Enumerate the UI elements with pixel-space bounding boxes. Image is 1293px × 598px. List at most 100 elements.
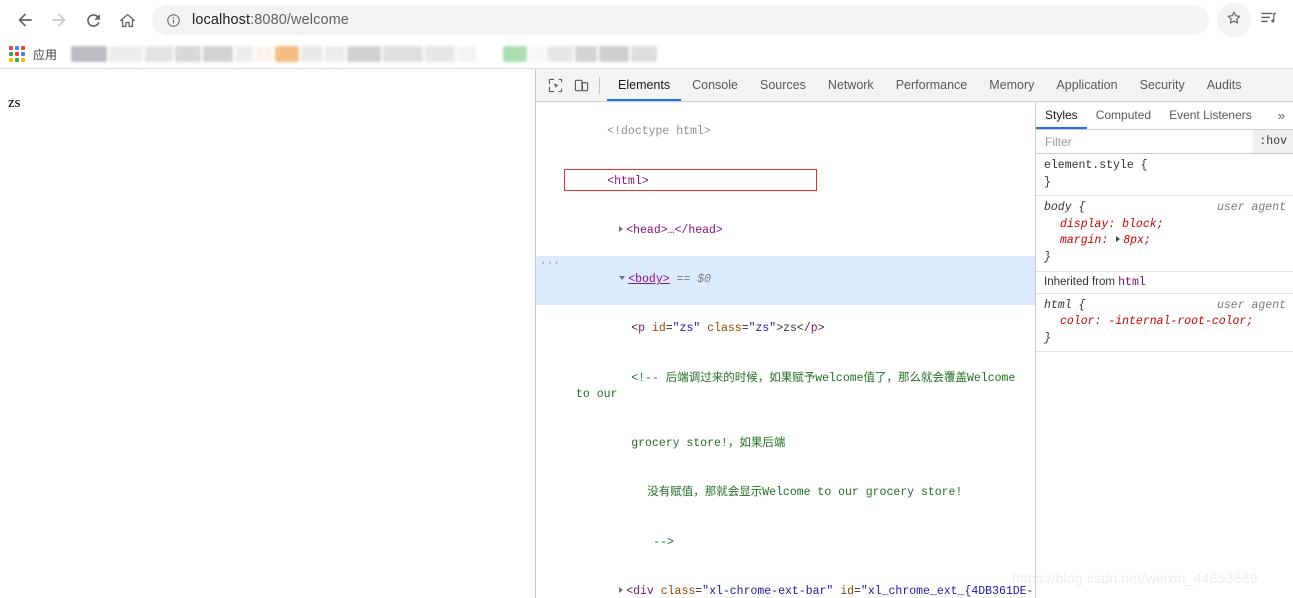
dom-line-head[interactable]: <head>…</head> <box>536 206 1035 255</box>
bookmark-item-4[interactable] <box>203 46 234 62</box>
styles-tab-computed[interactable]: Computed <box>1087 102 1160 129</box>
bookmark-item-9[interactable] <box>325 46 346 62</box>
bookmark-star-button[interactable] <box>1217 3 1251 37</box>
bookmark-item-b-0[interactable] <box>503 46 528 62</box>
browser-window: localhost:8080/welcome 应用 zs Elements Co… <box>0 0 1293 598</box>
reading-list-icon <box>1259 8 1278 32</box>
styles-property-name-1-1[interactable]: margin: <box>1060 234 1115 247</box>
inherited-from-selector[interactable]: html <box>1118 276 1146 289</box>
bookmark-item-b-5[interactable] <box>631 46 658 62</box>
bookmark-item-6[interactable] <box>255 46 274 62</box>
dom-line-p[interactable]: <p id="zs" class="zs">zs</p> <box>536 305 1035 354</box>
dom-line-comment-1[interactable]: <!-- 后端调过来的时候，如果赋予welcome值了，那么就会覆盖Welcom… <box>536 354 1035 420</box>
dom-line-div-ext-bar[interactable]: <div class="xl-chrome-ext-bar" id="xl_ch… <box>536 567 1035 598</box>
bookmark-item-b-1[interactable] <box>529 46 546 62</box>
styles-rule-selector-0: element.style { <box>1044 159 1148 172</box>
address-bar-text: localhost:8080/welcome <box>192 12 349 28</box>
bookmark-item-b-2[interactable] <box>547 46 574 62</box>
back-button[interactable] <box>8 3 42 37</box>
devtools-tab-application[interactable]: Application <box>1045 69 1128 101</box>
styles-declaration-1-1[interactable]: margin: 8px; <box>1044 233 1293 250</box>
dom-line-comment-3: 没有赋值，那就会显示Welcome to our grocery store! <box>536 469 1035 518</box>
devtools-tabbar: Elements Console Sources Network Performance… <box>607 69 1252 101</box>
bookmark-item-11[interactable] <box>383 46 424 62</box>
hover-state-button[interactable]: :hov <box>1253 130 1293 153</box>
page-paragraph-zs: zs <box>8 95 21 111</box>
styles-rule-1[interactable]: body {user agent display: block; margin: 8… <box>1036 196 1293 272</box>
div-attr-id-name: id <box>840 584 855 598</box>
devtools-tab-network[interactable]: Network <box>817 69 885 101</box>
inherited-declaration-0-0[interactable]: color: -internal-root-color; <box>1044 314 1293 331</box>
styles-filter-input[interactable] <box>1036 130 1254 153</box>
p-attr-id-name: id <box>651 322 666 336</box>
styles-rule-close-0: } <box>1044 175 1051 189</box>
inherited-rule-close-0: } <box>1044 331 1051 345</box>
arrow-left-icon <box>15 10 35 30</box>
url-path: :8080/welcome <box>250 12 349 28</box>
bookmark-items-blurred-group-1[interactable] <box>71 44 479 64</box>
dom-gutter-dots[interactable]: ··· <box>540 256 560 272</box>
bookmark-items-blurred-group-2[interactable] <box>503 44 659 64</box>
div-attr-class-value: "xl-chrome-ext-bar" <box>702 584 834 598</box>
expand-triangle-icon[interactable] <box>619 225 624 232</box>
inspect-element-icon[interactable] <box>542 73 568 97</box>
styles-property-value-1-1[interactable]: 8px; <box>1123 234 1151 247</box>
dom-line-html-open[interactable]: <html> <box>536 157 1035 206</box>
inherited-rule-0[interactable]: html {user agent color: -internal-root-co… <box>1036 294 1293 353</box>
bookmark-item-5[interactable] <box>235 46 254 62</box>
p-text-node: zs <box>783 322 797 336</box>
reload-button[interactable] <box>76 3 110 37</box>
watermark-text: https://blog.csdn.net/weixin_44853669 <box>1012 570 1258 586</box>
url-host: localhost <box>192 12 251 28</box>
bookmark-item-8[interactable] <box>301 46 324 62</box>
forward-button[interactable] <box>42 3 76 37</box>
bookmark-item-b-3[interactable] <box>575 46 598 62</box>
expand-triangle-icon[interactable] <box>1116 236 1121 243</box>
bookmark-item-10[interactable] <box>347 46 382 62</box>
bookmark-item-12[interactable] <box>425 46 456 62</box>
comment-text-line-2: grocery store!，如果后端 <box>631 437 786 451</box>
arrow-right-icon <box>49 10 69 30</box>
styles-property-value-1-0[interactable]: block; <box>1122 218 1163 231</box>
bookmark-item-1[interactable] <box>109 46 144 62</box>
star-outline-icon <box>1225 9 1243 32</box>
devtools-tab-audits[interactable]: Audits <box>1196 69 1253 101</box>
p-attr-class-value: "zs" <box>748 322 777 336</box>
expand-triangle-icon[interactable] <box>619 586 624 593</box>
devtools-tab-performance[interactable]: Performance <box>885 69 979 101</box>
dom-line-body-open[interactable]: ··· <body> == $0 <box>536 255 1035 305</box>
info-circle-icon[interactable] <box>164 11 182 29</box>
bookmark-item-2[interactable] <box>145 46 174 62</box>
styles-rule-0[interactable]: element.style {} <box>1036 154 1293 197</box>
chevron-double-right-icon[interactable]: » <box>1270 108 1293 123</box>
page-viewport: zs <box>0 69 535 598</box>
bookmark-item-3[interactable] <box>175 46 202 62</box>
bookmark-item-13[interactable] <box>457 46 478 62</box>
styles-declaration-1-0[interactable]: display: block; <box>1044 217 1293 234</box>
dom-line-comment-2: grocery store!，如果后端 <box>536 420 1035 469</box>
devtools-tab-console[interactable]: Console <box>681 69 749 101</box>
inherited-property-name-0-0[interactable]: color: <box>1060 315 1108 328</box>
inherited-property-value-0-0[interactable]: -internal-root-color; <box>1108 315 1253 328</box>
devtools-tab-sources[interactable]: Sources <box>749 69 817 101</box>
styles-property-name-1-0[interactable]: display: <box>1060 218 1122 231</box>
devtools-tab-memory[interactable]: Memory <box>978 69 1045 101</box>
home-button[interactable] <box>110 3 144 37</box>
inherited-rule-selector-0: html { <box>1044 298 1086 312</box>
address-bar[interactable]: localhost:8080/welcome <box>152 5 1209 35</box>
collapse-triangle-icon[interactable] <box>619 276 626 281</box>
bookmark-item-0[interactable] <box>71 46 108 62</box>
apps-grid-icon[interactable] <box>6 43 28 65</box>
dom-line-doctype[interactable]: <!doctype html> <box>536 108 1035 157</box>
reading-list-button[interactable] <box>1251 3 1285 37</box>
bookmark-apps-label[interactable]: 应用 <box>33 46 57 63</box>
styles-tab-event-listeners[interactable]: Event Listeners <box>1160 102 1261 129</box>
devtools-tab-elements[interactable]: Elements <box>607 69 681 101</box>
devtools-tab-security[interactable]: Security <box>1129 69 1196 101</box>
bookmark-item-b-4[interactable] <box>599 46 630 62</box>
device-toolbar-icon[interactable] <box>568 73 594 97</box>
styles-tab-styles[interactable]: Styles <box>1036 102 1087 129</box>
inherited-label: Inherited from <box>1044 275 1119 288</box>
dom-tree-panel[interactable]: <!doctype html> <html> <head>…</head> ··… <box>536 102 1035 598</box>
bookmark-item-7[interactable] <box>275 46 300 62</box>
